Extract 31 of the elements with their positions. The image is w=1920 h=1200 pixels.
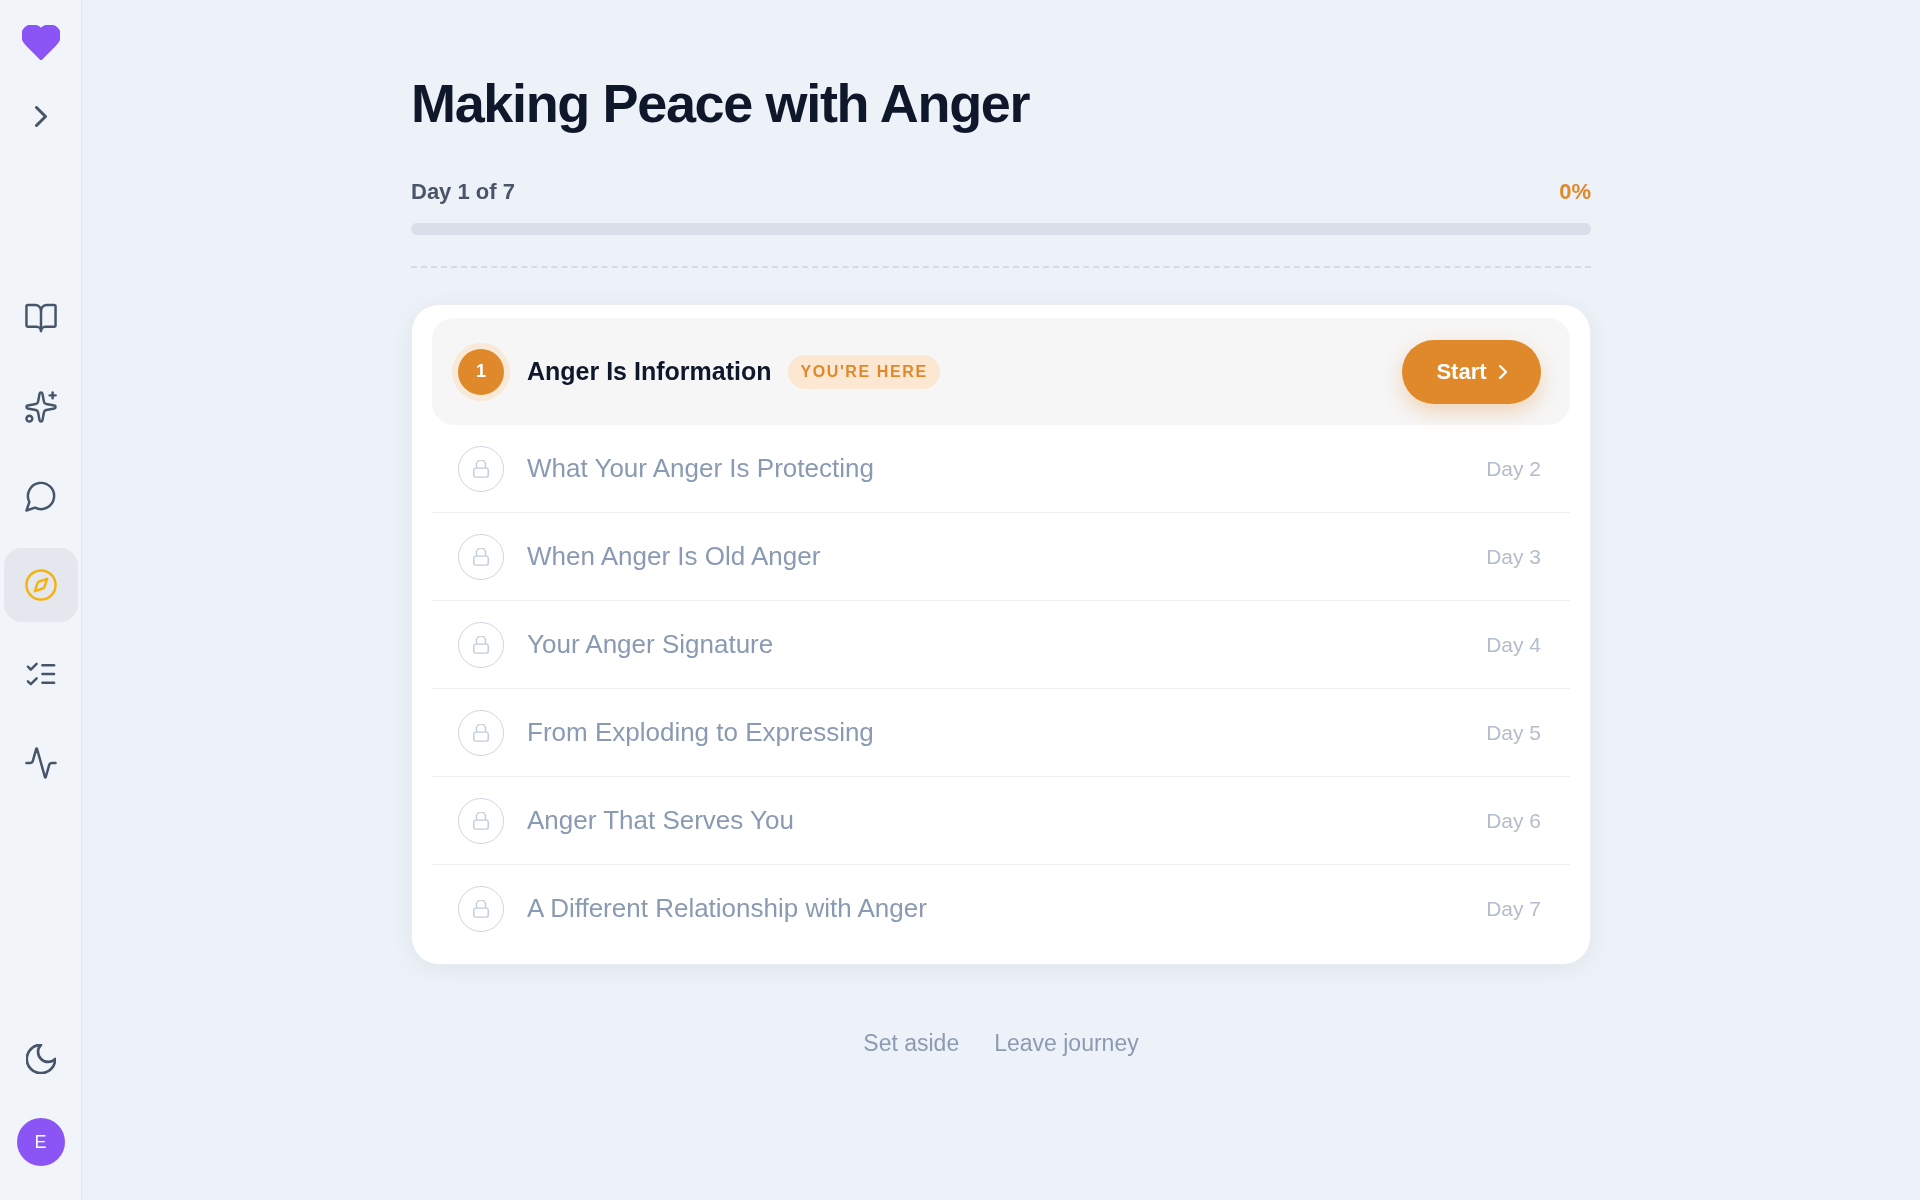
- pulse-line-icon: [24, 747, 57, 779]
- lesson-title: From Exploding to Expressing: [527, 716, 874, 749]
- footer-link[interactable]: Set aside: [863, 1027, 960, 1059]
- sparkles-icon: [24, 391, 57, 423]
- lesson-title: Your Anger Signature: [527, 628, 774, 661]
- progress-percent: 0%: [1559, 177, 1591, 206]
- status-badge: YOU'RE HERE: [788, 354, 940, 389]
- compass-icon: [24, 569, 57, 601]
- heart-logo-icon: [21, 25, 60, 60]
- lesson-title: A Different Relationship with Anger: [527, 892, 927, 925]
- footer-link[interactable]: Leave journey: [994, 1027, 1139, 1059]
- lesson-title: When Anger Is Old Anger: [527, 540, 821, 573]
- book-open-icon: [24, 302, 57, 334]
- start-button[interactable]: Start: [1402, 339, 1541, 404]
- lesson-title: What Your Anger Is Protecting: [527, 452, 874, 485]
- progress-label: Day 1 of 7: [411, 177, 515, 206]
- lesson-day: Day 3: [1486, 540, 1541, 573]
- moon-icon: [25, 1044, 56, 1074]
- chat-bubble-icon: [24, 480, 57, 512]
- lesson-day: Day 4: [1486, 628, 1541, 661]
- user-avatar[interactable]: E: [16, 1118, 65, 1166]
- lesson-day: Day 7: [1486, 892, 1541, 925]
- lesson-number: 1: [452, 342, 510, 401]
- chevron-right-icon: [34, 105, 47, 127]
- chevron-right-icon: [1498, 364, 1507, 379]
- lesson-day: Day 6: [1486, 804, 1541, 837]
- lesson-day: Day 5: [1486, 716, 1541, 749]
- lesson-title: Anger Is Information: [527, 355, 772, 387]
- lesson-title: Anger That Serves You: [527, 804, 794, 837]
- current-lesson-row[interactable]: 1 Anger Is Information YOU'RE HERE Start: [432, 318, 1570, 425]
- lesson-day: Day 2: [1486, 452, 1541, 485]
